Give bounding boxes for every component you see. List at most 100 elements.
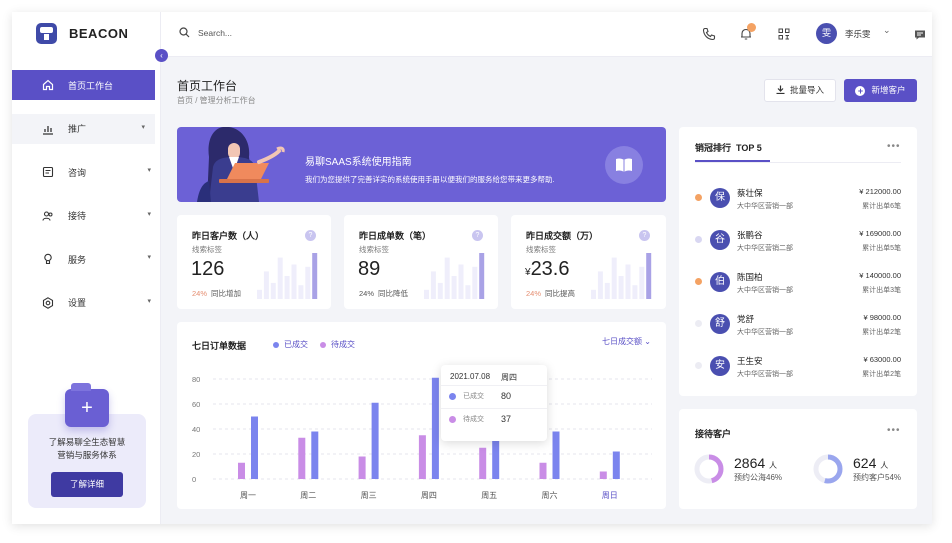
seller-count: 累计出单6笔 [862,203,901,210]
bar-done [251,416,258,479]
bar-pending [238,462,245,479]
stat-subtitle: 线索标签 [526,245,556,254]
seller-dept: 大中华区营销一部 [737,287,793,294]
search-input[interactable]: Search... [179,27,232,38]
tooltip-date: 2021.07.08 [450,372,491,381]
chevron-down-icon[interactable]: ⌄ [883,25,891,36]
breadcrumb[interactable]: 首页 / 管理分析工作台 [177,95,256,106]
sparkline-bar [305,266,311,299]
rank-dot [695,278,702,285]
stat-percent: 24% [359,289,375,298]
rank-dot [695,320,702,327]
banner-title: 易聊SAAS系统使用指南 [305,157,412,168]
batch-import-button[interactable]: 批量导入 [764,79,836,102]
learn-more-button[interactable]: 了解详细 [51,472,123,497]
gear-icon [41,296,54,309]
sparkline-bar [625,264,631,299]
help-icon[interactable]: ? [639,230,650,241]
ranking-row[interactable]: 安 王生安 大中华区营销一部 ¥ 63000.00 累计出单2笔 [679,349,917,383]
promo-line-1: 了解易聊全生态智慧 [48,437,126,447]
caret-down-icon: ▾ [147,210,151,218]
reception-label: 预约客户54% [853,473,902,482]
sparkline-bar [639,266,645,299]
seller-amount: ¥ 98000.00 [863,313,901,322]
sidebar-item-service[interactable]: 服务 ▾ [12,244,161,274]
seller-name: 张鹏谷 [737,230,763,240]
guide-banner[interactable]: 易聊SAAS系统使用指南 我们为您提供了完善详实的系统使用手册以便我们的服务给您… [177,127,666,202]
stat-footer: 24% 同比提高 [526,288,575,299]
stat-sparkline [424,253,485,299]
divider [695,162,901,163]
bar-done [371,402,379,479]
add-customer-button[interactable]: + 新增客户 [844,79,917,102]
sparkline-bar [284,276,290,299]
collapse-sidebar-icon[interactable]: ‹ [155,49,168,62]
tooltip-row-pending: 待成交 37 [441,409,547,429]
notification-badge [747,23,756,32]
sidebar-item-consult[interactable]: 咨询 ▾ [12,157,161,187]
help-icon[interactable]: ? [472,230,483,241]
stat-number: 126 [191,258,225,280]
seller-amount: ¥ 169000.00 [859,229,901,238]
seller-name: 蔡壮保 [737,188,763,198]
help-icon[interactable]: ? [305,230,316,241]
donut-public-pool [694,454,724,484]
y-tick-label: 60 [192,400,200,409]
sidebar: BEACON 首页工作台 推广 ▾ 咨询 ▾ 接待 ▾ 服务 ▾ 设置 ▾ + … [12,12,161,524]
home-icon [41,79,54,92]
bar-chart-icon [41,122,54,135]
sparkline-bar [604,282,610,299]
ranking-title: 销冠排行 [695,143,732,153]
ranking-row[interactable]: 保 蔡壮保 大中华区营销一部 ¥ 212000.00 累计出单6笔 [679,181,917,215]
seller-dept: 大中华区营销二部 [737,245,793,252]
reception-number: 624 [853,455,877,471]
seller-name: 陈国柏 [737,272,763,282]
book-button[interactable] [605,146,643,184]
x-tick-label: 周五 [481,491,497,500]
seller-amount: ¥ 140000.00 [859,271,901,280]
more-icon[interactable]: ••• [887,141,901,152]
sparkline-bar [632,285,638,299]
sparkline-bar [465,285,471,299]
stat-note: 同比降低 [378,289,409,298]
caret-down-icon: ▾ [147,254,151,261]
y-tick-label: 0 [192,475,196,484]
reception-unit: 人 [880,461,889,470]
reception-value: 2864 人 [734,455,777,471]
stat-subtitle: 线索标签 [192,245,222,254]
stat-number: 89 [358,258,381,280]
sidebar-item-label: 服务 [68,254,87,265]
caret-down-icon: ▾ [147,167,151,174]
sidebar-item-promotion[interactable]: 推广 ▾ [12,113,155,144]
ranking-row[interactable]: 谷 张鹏谷 大中华区营销二部 ¥ 169000.00 累计出单5笔 [679,223,917,257]
reception-title: 接待客户 [695,429,732,439]
reception-label: 预约公海46% [734,473,783,482]
chat-icon[interactable] [913,28,927,42]
sparkline-bar [424,289,429,299]
woman-laptop-illustration [197,127,285,202]
ranking-header[interactable]: 销冠排行 TOP 5 [695,141,762,154]
tooltip-label: 待成交 [463,416,484,423]
x-tick-label: 周四 [421,491,437,500]
user-avatar[interactable]: 雯 [816,23,837,44]
more-icon[interactable]: ••• [887,425,901,436]
brand[interactable]: BEACON [36,23,128,44]
apps-icon[interactable] [777,27,791,41]
user-name[interactable]: 李乐雯 [845,28,871,40]
phone-icon[interactable] [702,27,716,41]
sidebar-item-home[interactable]: 首页工作台 [12,70,155,100]
download-icon [776,85,785,95]
message-icon [41,166,54,179]
sparkline-bar [270,282,276,299]
x-tick-label: 周三 [361,491,377,500]
ranking-row[interactable]: 舒 党舒 大中华区营销一部 ¥ 98000.00 累计出单2笔 [679,307,917,341]
rank-dot [695,362,702,369]
seller-count: 累计出单3笔 [862,287,901,294]
sidebar-item-settings[interactable]: 设置 ▾ [12,288,161,318]
sidebar-item-reception[interactable]: 接待 ▾ [12,201,161,231]
orders-chart-card: 七日订单数据 已成交 待成交 七日成交额 ⌄ 0 20 40 60 80 周一 周二 周三 周四… [177,322,666,509]
sidebar-item-label: 接待 [68,211,87,221]
bulb-icon [41,253,54,266]
avatar: 安 [710,356,730,376]
ranking-row[interactable]: 伯 陈国柏 大中华区营销一部 ¥ 140000.00 累计出单3笔 [679,265,917,299]
